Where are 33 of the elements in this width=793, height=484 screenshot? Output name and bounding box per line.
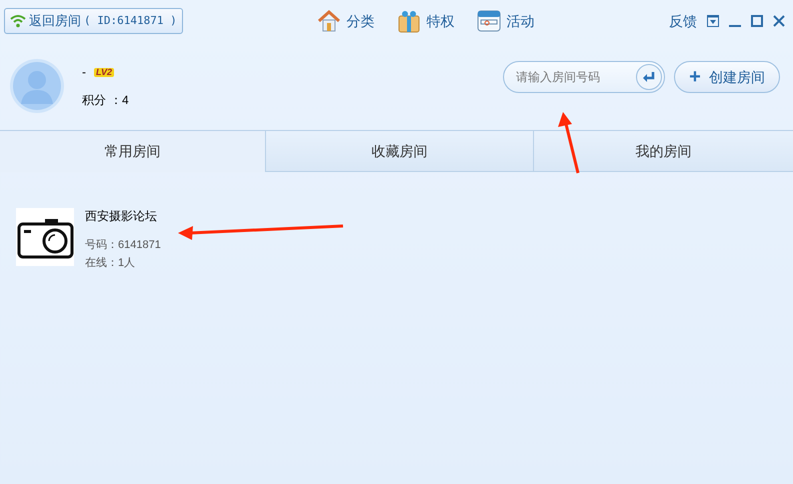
nav-button[interactable]: 分类	[316, 9, 375, 33]
level-badge: LV2	[94, 68, 114, 76]
annotation-arrow	[558, 112, 580, 174]
room-item[interactable]: 西安摄影论坛 号码：6141871 在线：1人	[16, 208, 793, 272]
tab[interactable]: 我的房间	[533, 131, 793, 172]
camera-icon	[16, 208, 74, 266]
online-count: 在线：1人	[85, 256, 136, 271]
gift-icon	[396, 9, 421, 33]
wifi-icon	[10, 14, 26, 28]
back-to-room-button[interactable]: 返回房间 ( ID:6141871 )	[4, 8, 183, 34]
avatar-icon	[9, 58, 65, 114]
close-icon	[773, 15, 785, 27]
calendar-icon	[476, 9, 501, 33]
room-number-field[interactable]: 请输入房间号码	[503, 61, 665, 93]
tab[interactable]: 收藏房间	[265, 131, 533, 172]
enter-icon	[642, 70, 656, 84]
home-icon	[316, 9, 341, 33]
nav-button[interactable]: 特权	[396, 9, 455, 33]
points-value: ：4	[110, 92, 129, 109]
nav-button[interactable]: 活动	[476, 9, 535, 33]
maximize-icon	[751, 15, 763, 27]
points-label: 积分	[82, 92, 106, 109]
maximize-button[interactable]	[751, 15, 763, 27]
dropdown-menu-icon	[707, 15, 719, 27]
dropdown-menu-button[interactable]	[707, 15, 719, 27]
close-button[interactable]	[773, 15, 785, 27]
room-number: 号码：6141871	[85, 238, 161, 253]
feedback-link[interactable]: 反馈	[669, 10, 697, 32]
room-number-input[interactable]: 请输入房间号码	[516, 68, 632, 86]
room-title: 西安摄影论坛	[85, 208, 158, 224]
minimize-icon	[729, 24, 741, 26]
user-name: -	[82, 64, 86, 81]
create-room-button[interactable]: + 创建房间	[674, 61, 780, 93]
